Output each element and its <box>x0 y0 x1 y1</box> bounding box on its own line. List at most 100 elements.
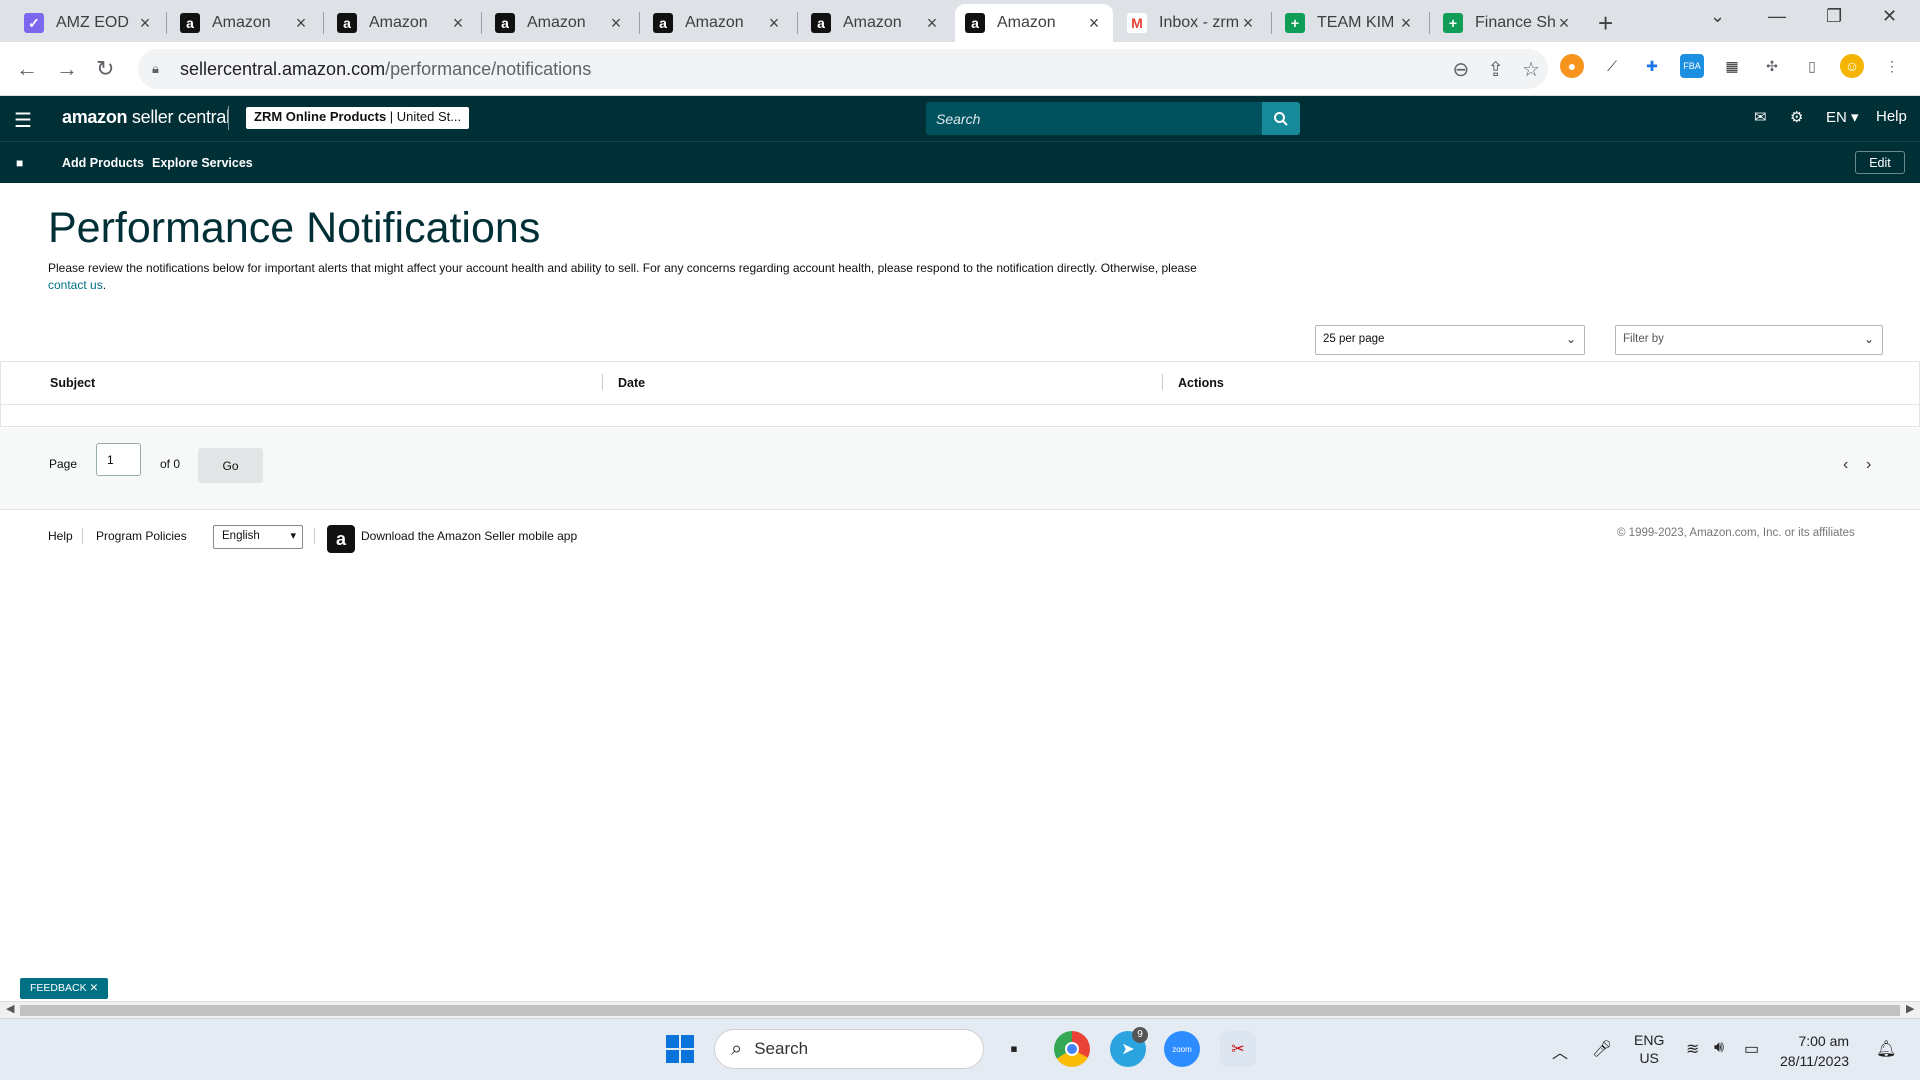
extension-icon[interactable]: ✚ <box>1640 54 1664 78</box>
chevron-down-icon: ⌄ <box>1863 332 1874 346</box>
account-switcher[interactable]: ZRM Online Products | United St... <box>246 107 470 129</box>
zoom-icon[interactable]: zoom <box>1164 1031 1200 1067</box>
lock-icon: 🔒︎ <box>152 61 159 76</box>
settings-gear-icon[interactable]: ⚙ <box>1790 108 1803 126</box>
browser-tab[interactable]: a Amazon × <box>170 4 320 42</box>
search-input[interactable] <box>926 102 1264 135</box>
wifi-icon[interactable]: ≋ <box>1686 1039 1699 1059</box>
extensions-puzzle-icon[interactable]: ✣ <box>1760 54 1784 78</box>
per-page-select[interactable]: 25 per page ⌄ <box>1315 325 1585 355</box>
prev-page-icon[interactable]: ‹ <box>1843 456 1848 474</box>
taskbar-search[interactable]: ⌕ Search <box>714 1029 984 1069</box>
program-policies-link[interactable]: Program Policies <box>96 529 187 543</box>
column-header-subject[interactable]: Subject <box>50 376 95 390</box>
extension-icon[interactable]: ⟋ <box>1600 54 1624 78</box>
scroll-right-icon[interactable]: ▶ <box>1906 1002 1914 1015</box>
browser-tab[interactable]: a Amazon × <box>801 4 951 42</box>
new-tab-button[interactable]: + <box>1598 8 1613 39</box>
show-hidden-icons[interactable]: ︿ <box>1552 1039 1568 1063</box>
footer-help-link[interactable]: Help <box>48 529 73 543</box>
notifications-bell-icon[interactable]: 🔔︎ <box>1876 1039 1896 1059</box>
reload-icon[interactable]: ↻ <box>96 56 114 82</box>
profile-avatar[interactable]: ☺ <box>1840 54 1864 78</box>
next-page-icon[interactable]: › <box>1866 456 1871 474</box>
gmail-icon: M <box>1127 13 1147 33</box>
filter-by-select[interactable]: Filter by ⌄ <box>1615 325 1883 355</box>
browser-tab-strip: ✓ AMZ EOD × a Amazon × a Amazon × a Amaz… <box>0 0 1920 42</box>
snipping-tool-icon[interactable]: ✂ <box>1220 1031 1256 1067</box>
page-total: of 0 <box>160 457 181 471</box>
input-language[interactable]: ENG US <box>1634 1031 1664 1067</box>
close-tab-icon[interactable]: × <box>607 13 625 34</box>
close-tab-icon[interactable]: × <box>136 13 154 34</box>
tab-search-icon[interactable]: ⌄ <box>1710 6 1725 27</box>
mobile-app-link[interactable]: Download the Amazon Seller mobile app <box>361 529 577 543</box>
pagination: Page of 0 Go ‹ › <box>0 428 1920 510</box>
browser-tab[interactable]: a Amazon × <box>327 4 477 42</box>
close-tab-icon[interactable]: × <box>1555 13 1573 34</box>
share-icon[interactable]: ⇪ <box>1487 57 1504 82</box>
chrome-icon[interactable] <box>1054 1031 1090 1067</box>
extension-icon[interactable]: ▦ <box>1720 54 1744 78</box>
scrollbar-thumb[interactable] <box>20 1005 1900 1016</box>
browser-tab[interactable]: a Amazon × <box>643 4 793 42</box>
task-view-icon[interactable]: ▪ <box>996 1031 1032 1067</box>
fba-extension-icon[interactable]: FBA <box>1680 54 1704 78</box>
nav-add-products[interactable]: Add Products <box>62 156 144 170</box>
extension-icon[interactable]: ● <box>1560 54 1584 78</box>
feedback-button[interactable]: FEEDBACK ✕ <box>20 978 109 999</box>
browser-tab-active[interactable]: a Amazon × <box>955 4 1113 42</box>
browser-tab[interactable]: ✓ AMZ EOD × <box>14 4 164 42</box>
close-tab-icon[interactable]: × <box>292 13 310 34</box>
chevron-down-icon: ⌄ <box>1565 332 1576 346</box>
browser-tab[interactable]: + Finance Sh × <box>1433 4 1583 42</box>
browser-tab[interactable]: M Inbox - zrm × <box>1117 4 1267 42</box>
column-header-date[interactable]: Date <box>618 376 645 390</box>
restore-button[interactable]: ❐ <box>1826 6 1842 27</box>
scroll-left-icon[interactable]: ◀ <box>6 1002 14 1015</box>
contact-us-link[interactable]: contact us <box>48 278 103 292</box>
horizontal-scrollbar[interactable]: ◀ ▶ <box>0 1001 1920 1018</box>
amazon-icon: a <box>337 13 357 33</box>
minimize-button[interactable]: — <box>1768 6 1786 27</box>
close-tab-icon[interactable]: × <box>923 13 941 34</box>
go-button[interactable]: Go <box>198 448 263 483</box>
close-tab-icon[interactable]: × <box>449 13 467 34</box>
mail-icon[interactable]: ✉ <box>1754 108 1767 126</box>
search-bar <box>926 102 1300 135</box>
browser-tab[interactable]: + TEAM KIM × <box>1275 4 1425 42</box>
close-window-button[interactable]: ✕ <box>1882 6 1897 27</box>
close-tab-icon[interactable]: × <box>1085 13 1103 34</box>
search-button[interactable] <box>1262 102 1300 135</box>
zoom-icon[interactable]: ⊖ <box>1453 57 1470 82</box>
copyright: © 1999-2023, Amazon.com, Inc. or its aff… <box>1617 527 1855 539</box>
taskbar-clock[interactable]: 7:00 am 28/11/2023 <box>1780 1031 1849 1071</box>
edit-bookmarks-button[interactable]: Edit <box>1855 151 1905 174</box>
search-icon <box>1274 111 1288 126</box>
seller-central-logo[interactable]: amazon seller central <box>62 107 230 128</box>
hamburger-menu-icon[interactable]: ☰ <box>14 108 32 133</box>
back-icon[interactable]: ← <box>16 56 38 82</box>
bookmark-star-icon[interactable]: ☆ <box>1522 57 1540 82</box>
language-selector[interactable]: EN ▾ <box>1826 108 1859 126</box>
side-panel-icon[interactable]: ▯ <box>1800 54 1824 78</box>
close-tab-icon[interactable]: × <box>1239 13 1257 34</box>
address-bar[interactable]: 🔒︎ sellercentral.amazon.com/performance/… <box>138 49 1548 89</box>
notifications-table: Subject Date Actions <box>0 361 1920 427</box>
menu-kebab-icon[interactable]: ⋮ <box>1880 54 1904 78</box>
page-number-input[interactable] <box>96 443 141 476</box>
help-link[interactable]: Help <box>1876 108 1907 125</box>
footer-language-select[interactable]: English ▾ <box>213 525 303 549</box>
chevron-down-icon: ▾ <box>290 530 296 542</box>
nav-explore-services[interactable]: Explore Services <box>152 156 253 170</box>
battery-icon[interactable]: ▭ <box>1744 1039 1759 1059</box>
close-tab-icon[interactable]: × <box>765 13 783 34</box>
close-tab-icon[interactable]: × <box>1397 13 1415 34</box>
microphone-icon[interactable]: 🎤︎ <box>1592 1039 1612 1059</box>
sheets-icon: + <box>1443 13 1463 33</box>
bookmark-icon[interactable]: ■ <box>16 156 23 170</box>
browser-tab[interactable]: a Amazon × <box>485 4 635 42</box>
forward-icon[interactable]: → <box>56 56 78 82</box>
volume-icon[interactable]: 🔊︎ <box>1714 1039 1724 1057</box>
windows-start-icon[interactable] <box>662 1031 698 1067</box>
